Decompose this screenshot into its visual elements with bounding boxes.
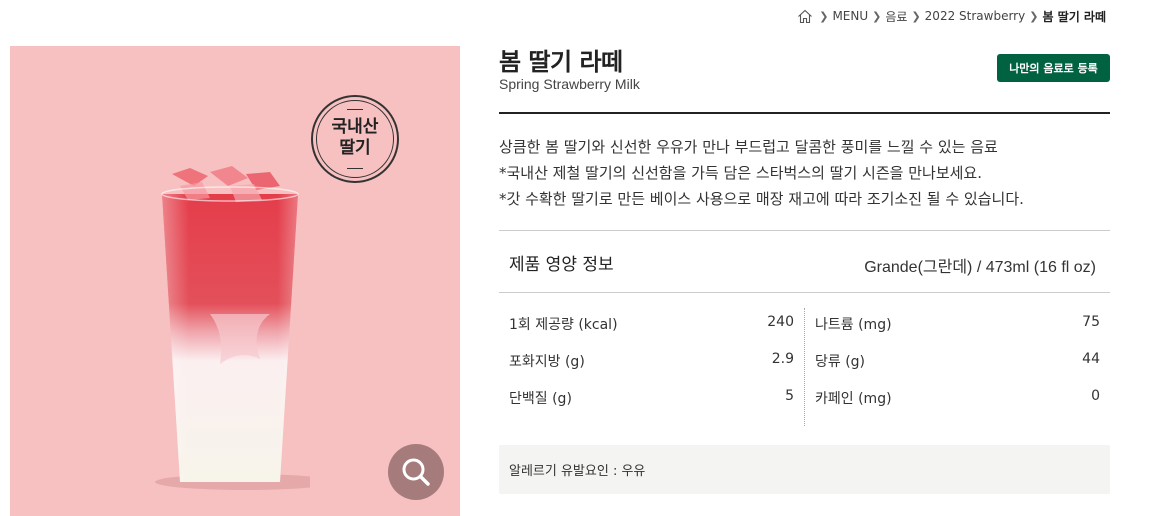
breadcrumb: ❯ MENU ❯ 음료 ❯ 2022 Strawberry ❯ 봄 딸기 라떼 [797, 8, 1106, 24]
nutrition-divider [499, 230, 1110, 231]
chevron-right-icon: ❯ [1029, 9, 1039, 23]
nutrition-label: 1회 제공량 (kcal) [509, 317, 618, 333]
nutrition-row: 당류 (g) 44 [805, 341, 1110, 378]
description-line: *갓 수확한 딸기로 만든 베이스 사용으로 매장 재고에 따라 조기소진 될 … [499, 190, 1024, 208]
nutrition-value: 75 [1082, 314, 1100, 330]
nutrition-row: 카페인 (mg) 0 [805, 378, 1110, 415]
home-icon[interactable] [797, 9, 813, 24]
product-image: 국내산 딸기 [10, 46, 460, 516]
description-line: *국내산 제철 딸기의 신선함을 가득 담은 스타벅스의 딸기 시즌을 만나보세… [499, 164, 982, 182]
drink-cup-image [155, 166, 310, 490]
nutrition-label: 나트륨 (mg) [815, 317, 892, 333]
nutrition-value: 240 [767, 314, 794, 330]
product-description: 상큼한 봄 딸기와 신선한 우유가 만나 부드럽고 달콤한 풍미를 느낄 수 있… [499, 134, 1110, 212]
description-line: 상큼한 봄 딸기와 신선한 우유가 만나 부드럽고 달콤한 풍미를 느낄 수 있… [499, 138, 998, 156]
nutrition-title: 제품 영양 정보 [509, 255, 614, 275]
nutrition-row: 단백질 (g) 5 [499, 378, 804, 415]
nutrition-value: 2.9 [771, 351, 794, 367]
title-divider [499, 112, 1110, 114]
nutrition-row: 1회 제공량 (kcal) 240 [499, 304, 804, 341]
badge-line-1: 국내산 [331, 117, 379, 137]
nutrition-label: 포화지방 (g) [509, 354, 585, 370]
product-english-name: Spring Strawberry Milk [499, 76, 640, 92]
search-icon [402, 458, 430, 486]
nutrition-value: 44 [1082, 351, 1100, 367]
add-favorite-drink-button[interactable]: 나만의 음료로 등록 [997, 54, 1110, 82]
nutrition-table: 1회 제공량 (kcal) 240 포화지방 (g) 2.9 단백질 (g) 5… [499, 304, 1110, 426]
nutrition-column-left: 1회 제공량 (kcal) 240 포화지방 (g) 2.9 단백질 (g) 5 [499, 304, 804, 415]
nutrition-value: 5 [785, 388, 794, 404]
chevron-right-icon: ❯ [911, 9, 921, 23]
breadcrumb-item-category[interactable]: 2022 Strawberry [925, 9, 1026, 23]
nutrition-row: 나트륨 (mg) 75 [805, 304, 1110, 341]
origin-badge: 국내산 딸기 [311, 95, 399, 183]
nutrition-label: 단백질 (g) [509, 391, 572, 407]
breadcrumb-item-menu[interactable]: MENU [832, 9, 868, 23]
nutrition-row: 포화지방 (g) 2.9 [499, 341, 804, 378]
nutrition-column-right: 나트륨 (mg) 75 당류 (g) 44 카페인 (mg) 0 [805, 304, 1110, 415]
nutrition-label: 당류 (g) [815, 354, 866, 370]
nutrition-label: 카페인 (mg) [815, 391, 892, 407]
nutrition-value: 0 [1091, 388, 1100, 404]
product-title: 봄 딸기 라떼 [499, 48, 623, 76]
allergy-info: 알레르기 유발요인 : 우유 [509, 464, 646, 479]
serving-size: Grande(그란데) / 473ml (16 fl oz) [864, 259, 1096, 276]
breadcrumb-current: 봄 딸기 라떼 [1042, 9, 1106, 24]
badge-line-2: 딸기 [339, 138, 371, 158]
nutrition-divider [499, 292, 1110, 293]
breadcrumb-item-drinks[interactable]: 음료 [885, 8, 907, 25]
zoom-button[interactable] [388, 444, 444, 500]
allergy-info-box: 알레르기 유발요인 : 우유 [499, 445, 1110, 494]
chevron-right-icon: ❯ [819, 9, 829, 23]
chevron-right-icon: ❯ [872, 9, 882, 23]
